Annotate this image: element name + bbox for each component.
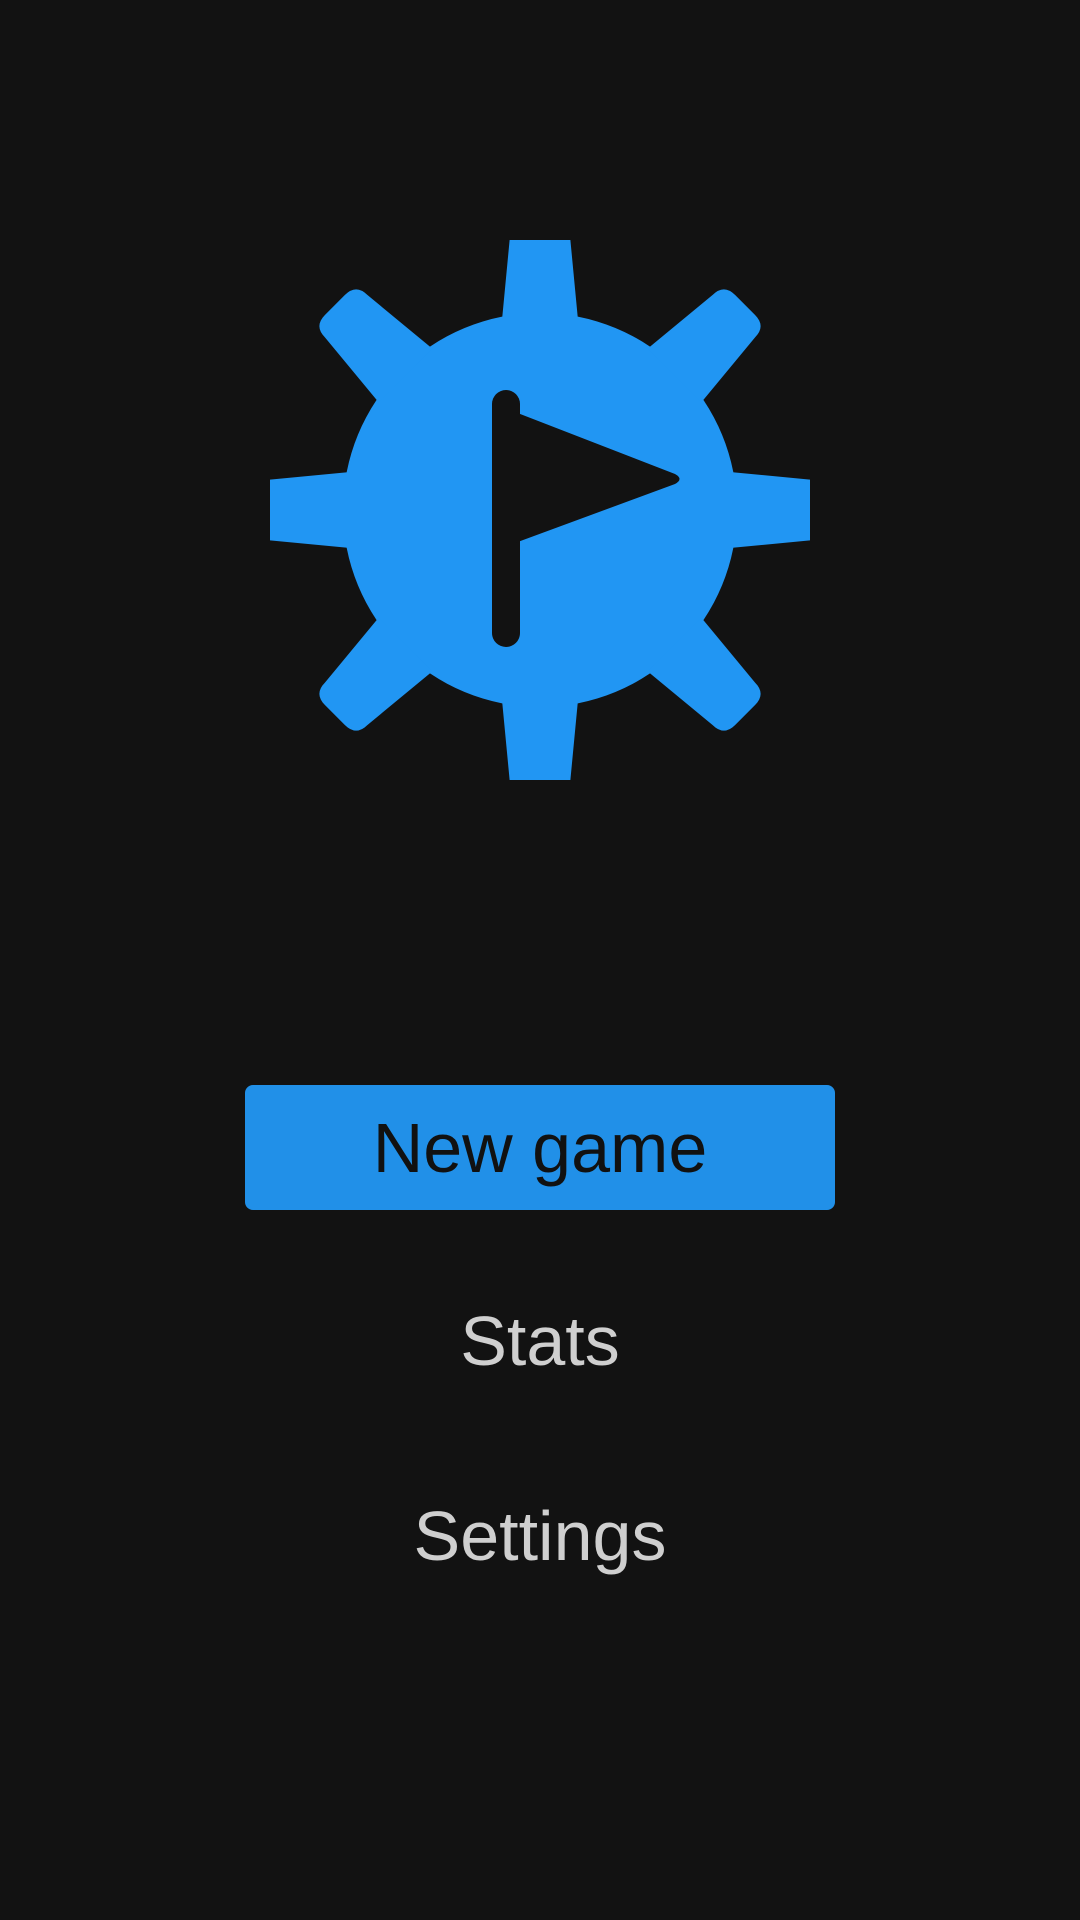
app-logo bbox=[270, 240, 810, 780]
stats-button[interactable]: Stats bbox=[245, 1286, 835, 1396]
new-game-button[interactable]: New game bbox=[245, 1085, 835, 1210]
new-game-label: New game bbox=[372, 1108, 708, 1187]
gear-flag-icon bbox=[270, 240, 810, 780]
stats-label: Stats bbox=[460, 1302, 620, 1380]
settings-button[interactable]: Settings bbox=[245, 1481, 835, 1591]
main-menu-screen: New game Stats Settings bbox=[0, 0, 1080, 1920]
settings-label: Settings bbox=[413, 1497, 667, 1575]
